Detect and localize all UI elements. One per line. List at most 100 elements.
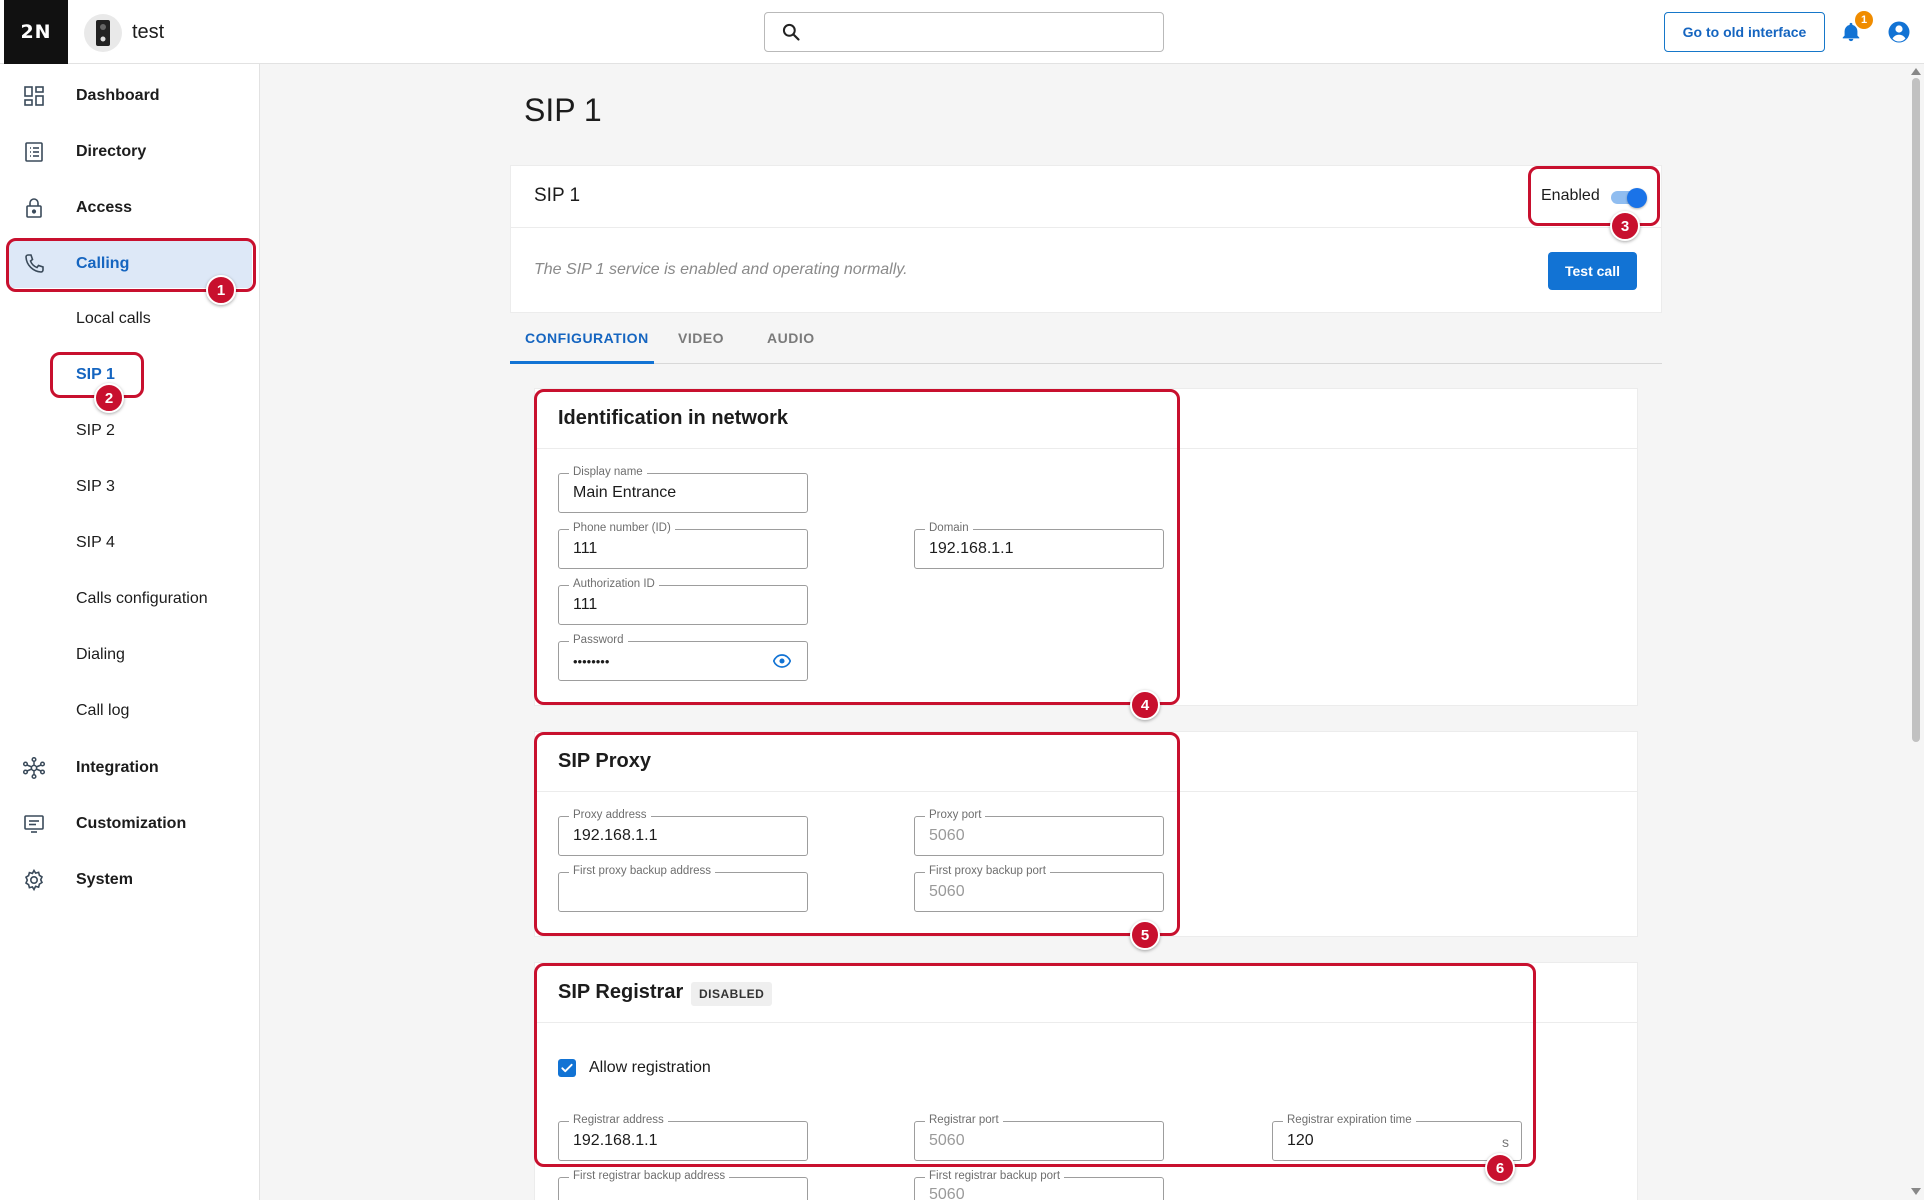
allow-registration-label: Allow registration	[589, 1059, 711, 1076]
sidebar-item-access[interactable]: Access	[8, 184, 252, 232]
go-to-old-interface-button[interactable]: Go to old interface	[1664, 12, 1825, 52]
proxy-address-field[interactable]: Proxy address 192.168.1.1	[558, 809, 808, 856]
phone-icon	[22, 252, 46, 276]
allow-registration-checkbox[interactable]	[558, 1059, 576, 1077]
domain-field[interactable]: Domain 192.168.1.1	[914, 522, 1164, 569]
scroll-up-arrow-icon[interactable]	[1911, 68, 1921, 75]
field-label: Registrar expiration time	[1283, 1114, 1416, 1126]
registrar-expiration-time-field[interactable]: Registrar expiration time 120 s	[1272, 1114, 1522, 1161]
sidebar-item-dashboard[interactable]: Dashboard	[8, 72, 252, 120]
annotation-marker-2: 2	[94, 383, 124, 413]
sidebar-item-label: Customization	[76, 815, 187, 832]
sip-service-title: SIP 1	[534, 185, 581, 206]
tab-configuration[interactable]: CONFIGURATION	[525, 330, 649, 346]
check-icon	[561, 1063, 573, 1073]
sidebar-subitem-sip-4[interactable]: SIP 4	[76, 534, 115, 552]
authorization-id-field[interactable]: Authorization ID 111	[558, 578, 808, 625]
sip-service-header: SIP 1 Enabled	[511, 166, 1661, 228]
field-label: Password	[569, 634, 628, 646]
field-label: First registrar backup port	[925, 1170, 1065, 1182]
annotation-marker-5: 5	[1130, 920, 1160, 950]
registrar-address-field[interactable]: Registrar address 192.168.1.1	[558, 1114, 808, 1161]
section-header: Identification in network	[535, 389, 1637, 449]
field-label: First registrar backup address	[569, 1170, 730, 1182]
sidebar-item-label: Integration	[76, 759, 159, 776]
search-input[interactable]	[764, 12, 1164, 52]
show-password-eye-icon[interactable]	[772, 653, 792, 674]
first-registrar-backup-port-field[interactable]: First registrar backup port 5060	[914, 1170, 1164, 1200]
field-value: 5060	[929, 883, 965, 900]
brand-logo[interactable]: 2N	[4, 0, 68, 64]
sidebar-subitem-local-calls[interactable]: Local calls	[76, 310, 151, 328]
tab-video[interactable]: VIDEO	[678, 330, 724, 346]
sidebar-item-label: Dashboard	[76, 87, 160, 104]
field-value: 111	[573, 596, 598, 613]
sip-service-card: SIP 1 Enabled The SIP 1 service is enabl…	[510, 165, 1662, 313]
first-proxy-backup-port-field[interactable]: First proxy backup port 5060	[914, 865, 1164, 912]
sidebar: Dashboard Directory Access Calling Local…	[0, 64, 260, 1200]
scroll-down-arrow-icon[interactable]	[1911, 1188, 1921, 1195]
field-value: 192.168.1.1	[573, 827, 658, 844]
first-proxy-backup-address-field[interactable]: First proxy backup address	[558, 865, 808, 912]
field-label: First proxy backup address	[569, 865, 716, 877]
annotation-marker-1: 1	[206, 275, 236, 305]
sidebar-item-label: Directory	[76, 143, 147, 160]
field-label: Domain	[925, 522, 973, 534]
section-header: SIP Proxy	[535, 732, 1637, 792]
first-registrar-backup-address-field[interactable]: First registrar backup address	[558, 1170, 808, 1200]
password-field[interactable]: Password ••••••••	[558, 634, 808, 681]
account-icon[interactable]	[1887, 20, 1911, 49]
field-label: Registrar port	[925, 1114, 1003, 1126]
notification-count-badge: 1	[1855, 11, 1873, 29]
field-value: 111	[573, 540, 598, 557]
integration-icon	[22, 756, 46, 780]
enabled-toggle[interactable]	[1611, 188, 1647, 208]
field-label: Registrar address	[569, 1114, 668, 1126]
field-label: Proxy address	[569, 809, 651, 821]
sidebar-item-customization[interactable]: Customization	[8, 800, 252, 848]
phone-number-field[interactable]: Phone number (ID) 111	[558, 522, 808, 569]
field-value: 5060	[929, 1186, 965, 1200]
sidebar-item-integration[interactable]: Integration	[8, 744, 252, 792]
field-label: Authorization ID	[569, 578, 659, 590]
field-value: 5060	[929, 1132, 965, 1149]
sidebar-subitem-sip-2[interactable]: SIP 2	[76, 422, 115, 440]
field-value: 192.168.1.1	[573, 1132, 658, 1149]
top-bar: 2N test Go to old interface 1	[0, 0, 1924, 64]
field-label: Proxy port	[925, 809, 986, 821]
sidebar-item-label: Access	[76, 199, 133, 216]
field-value: 192.168.1.1	[929, 540, 1014, 557]
identification-section: Identification in network Display name M…	[534, 388, 1638, 706]
sidebar-subitem-dialing[interactable]: Dialing	[76, 646, 125, 664]
sidebar-subitem-sip-1[interactable]: SIP 1	[76, 366, 115, 384]
section-title: SIP Registrar	[558, 981, 684, 1003]
sip-registrar-section: SIP Registrar DISABLED Allow registratio…	[534, 962, 1638, 1200]
lock-icon	[22, 196, 46, 220]
page-title: SIP 1	[524, 92, 602, 128]
sidebar-item-label: System	[76, 871, 133, 888]
registrar-port-field[interactable]: Registrar port 5060	[914, 1114, 1164, 1161]
tab-audio[interactable]: AUDIO	[767, 330, 815, 346]
enabled-label: Enabled	[1541, 187, 1600, 204]
annotation-marker-6: 6	[1485, 1153, 1515, 1183]
display-name-field[interactable]: Display name Main Entrance	[558, 466, 808, 513]
customization-icon	[22, 812, 46, 836]
scrollbar-thumb[interactable]	[1912, 78, 1920, 742]
sip-proxy-section: SIP Proxy Proxy address 192.168.1.1 Prox…	[534, 731, 1638, 937]
directory-icon	[22, 140, 46, 164]
field-value: 120	[1287, 1132, 1314, 1149]
sidebar-subitem-sip-3[interactable]: SIP 3	[76, 478, 115, 496]
annotation-marker-4: 4	[1130, 690, 1160, 720]
sidebar-subitem-calls-configuration[interactable]: Calls configuration	[76, 590, 208, 608]
sidebar-subitem-call-log[interactable]: Call log	[76, 702, 129, 720]
test-call-button[interactable]: Test call	[1548, 252, 1637, 290]
field-label: Display name	[569, 466, 647, 478]
active-tab-indicator	[510, 361, 654, 364]
sidebar-item-system[interactable]: System	[8, 856, 252, 904]
device-icon	[84, 14, 122, 52]
sidebar-item-directory[interactable]: Directory	[8, 128, 252, 176]
tab-bar: CONFIGURATION VIDEO AUDIO	[510, 318, 1662, 364]
search-icon	[781, 22, 801, 47]
field-value: 5060	[929, 827, 965, 844]
proxy-port-field[interactable]: Proxy port 5060	[914, 809, 1164, 856]
